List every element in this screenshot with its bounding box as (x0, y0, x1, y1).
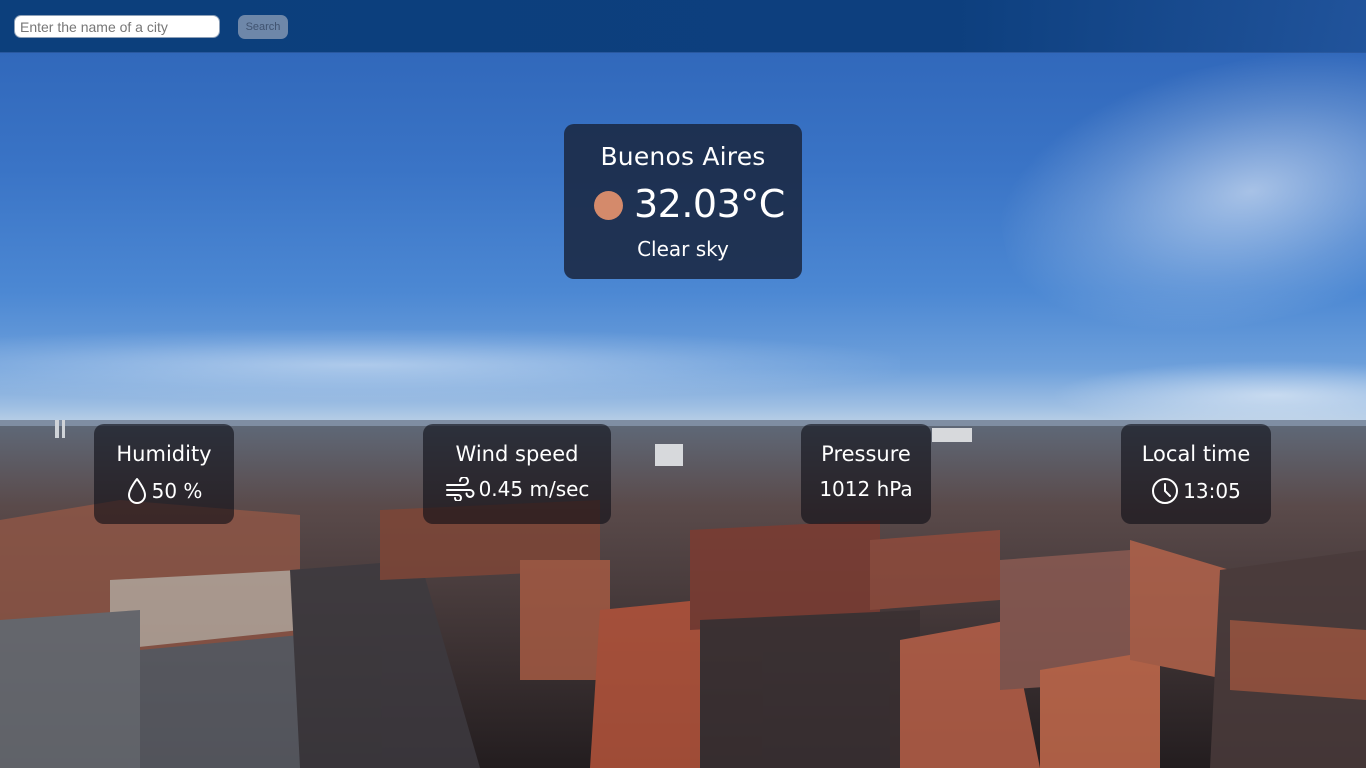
city-search-input[interactable] (14, 15, 220, 38)
temperature-value: 32.03°C (634, 182, 785, 226)
pressure-value-row: 1012 hPa (801, 477, 931, 501)
city-name: Buenos Aires (600, 142, 766, 171)
wind-speed-card: Wind speed 0.45 m/sec (423, 424, 611, 524)
local-time-value: 13:05 (1183, 479, 1241, 503)
sun-dot-icon (594, 191, 623, 220)
background-cloud (0, 330, 900, 400)
local-time-card: Local time 13:05 (1121, 424, 1271, 524)
humidity-value-row: 50 % (94, 477, 234, 505)
weather-app-page: Search Buenos Aires 32.03°C Clear sky Hu… (0, 0, 1366, 768)
wind-speed-title: Wind speed (455, 442, 579, 466)
pressure-title: Pressure (821, 442, 911, 466)
wind-speed-value: 0.45 m/sec (478, 477, 590, 501)
local-time-title: Local time (1141, 442, 1251, 466)
pressure-value: 1012 hPa (819, 477, 913, 501)
wind-icon (445, 477, 475, 501)
humidity-value: 50 % (151, 479, 203, 503)
pressure-card: Pressure 1012 hPa (801, 424, 931, 524)
header-bar: Search (0, 0, 1366, 52)
current-weather-card: Buenos Aires 32.03°C Clear sky (564, 124, 802, 279)
local-time-value-row: 13:05 (1121, 477, 1271, 505)
background-cloud (977, 29, 1366, 371)
humidity-card: Humidity 50 % (94, 424, 234, 524)
droplet-icon (127, 478, 146, 504)
weather-condition: Clear sky (637, 237, 729, 261)
clock-icon (1152, 478, 1179, 504)
humidity-title: Humidity (116, 442, 212, 466)
wind-speed-value-row: 0.45 m/sec (423, 477, 611, 501)
search-button[interactable]: Search (238, 15, 288, 39)
